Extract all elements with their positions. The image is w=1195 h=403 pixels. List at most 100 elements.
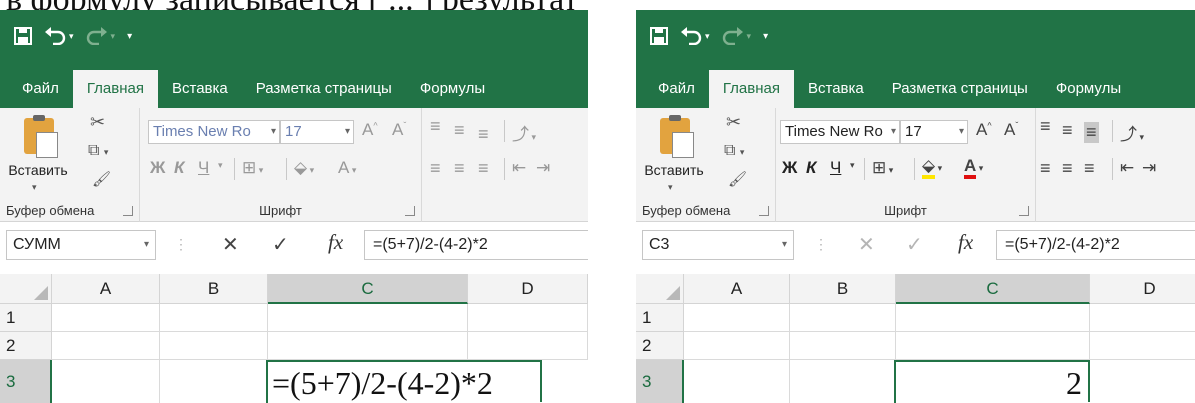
cancel-entry-icon[interactable]: ✕ [222, 232, 239, 257]
align-middle-icon[interactable]: ≡ [1062, 120, 1073, 141]
increase-indent-icon[interactable]: ⇥ [1142, 158, 1156, 178]
underline-button[interactable]: Ч [830, 158, 841, 178]
cell-c1[interactable] [896, 304, 1090, 332]
cell-d1[interactable] [1090, 304, 1195, 332]
format-painter-icon[interactable]: 🖌 [728, 170, 747, 188]
cell-b1[interactable] [160, 304, 268, 332]
row-header-3[interactable]: 3 [0, 360, 52, 403]
clipboard-launcher-icon[interactable] [123, 206, 133, 216]
clipboard-launcher-icon[interactable] [759, 206, 769, 216]
tab-page-layout[interactable]: Разметка страницы [242, 70, 406, 108]
cell-a1[interactable] [684, 304, 790, 332]
italic-button[interactable]: К [174, 158, 184, 178]
decrease-indent-icon[interactable]: ⇤ [1120, 158, 1134, 178]
font-color-button[interactable]: А ▾ [338, 158, 356, 178]
cut-icon[interactable]: ✂ [726, 112, 741, 133]
fill-color-icon[interactable]: ⬙ ▾ [922, 156, 942, 179]
orientation-icon[interactable]: ⤴ ▾ [1120, 120, 1144, 145]
cell-a1[interactable] [52, 304, 160, 332]
cell-d2[interactable] [468, 332, 588, 360]
tab-formulas[interactable]: Формулы [1042, 70, 1135, 108]
cell-b3[interactable] [790, 360, 896, 403]
orientation-icon[interactable]: ⤴ ▾ [512, 120, 536, 145]
cell-d2[interactable] [1090, 332, 1195, 360]
cell-a2[interactable] [684, 332, 790, 360]
save-icon[interactable] [650, 24, 668, 48]
cell-c1[interactable] [268, 304, 468, 332]
borders-icon[interactable]: ⊞ ▾ [872, 158, 893, 178]
shrink-font-icon[interactable]: Aˇ [1004, 120, 1018, 140]
align-left-icon[interactable]: ≡ [1040, 158, 1051, 179]
name-box[interactable]: СУММ ▾ [6, 230, 156, 260]
paste-button[interactable]: Вставить ▾ [6, 115, 68, 192]
align-left-icon[interactable]: ≡ [430, 158, 441, 179]
cancel-entry-icon[interactable]: ✕ [858, 232, 875, 257]
undo-icon[interactable]: ▾ [44, 24, 74, 48]
active-cell-c3[interactable]: =(5+7)/2-(4-2)*2 [266, 360, 545, 403]
column-header-b[interactable]: B [790, 274, 896, 304]
column-header-b[interactable]: B [160, 274, 268, 304]
italic-button[interactable]: К [806, 158, 816, 178]
column-header-d[interactable]: D [468, 274, 588, 304]
formula-input[interactable]: =(5+7)/2-(4-2)*2 [364, 230, 588, 260]
tab-home[interactable]: Главная [708, 70, 794, 108]
tab-insert[interactable]: Вставка [158, 70, 242, 108]
confirm-entry-icon[interactable]: ✓ [906, 232, 923, 257]
tab-page-layout[interactable]: Разметка страницы [878, 70, 1042, 108]
align-middle-icon[interactable]: ≡ [454, 120, 465, 141]
copy-icon[interactable]: ⧉ ▾ [724, 142, 744, 160]
cell-d3[interactable] [1090, 360, 1195, 403]
grow-font-icon[interactable]: A^ [362, 120, 378, 140]
customize-icon[interactable]: ▾ [763, 24, 768, 48]
tab-insert[interactable]: Вставка [794, 70, 878, 108]
confirm-entry-icon[interactable]: ✓ [272, 232, 289, 257]
cell-b1[interactable] [790, 304, 896, 332]
redo-icon[interactable]: ▾ [86, 24, 115, 48]
underline-button[interactable]: Ч [198, 158, 209, 178]
cell-a3[interactable] [684, 360, 790, 403]
paste-button[interactable]: Вставить ▾ [642, 115, 704, 192]
column-header-c[interactable]: C [896, 274, 1090, 304]
cell-b2[interactable] [160, 332, 268, 360]
tab-home[interactable]: Главная [72, 70, 158, 108]
borders-icon[interactable]: ⊞ ▾ [242, 158, 263, 178]
bold-button[interactable]: Ж [150, 158, 165, 178]
column-header-a[interactable]: A [684, 274, 790, 304]
cell-c2[interactable] [268, 332, 468, 360]
cell-b3[interactable] [160, 360, 268, 403]
align-right-icon[interactable]: ≡ [1084, 158, 1095, 179]
cell-c2[interactable] [896, 332, 1090, 360]
save-icon[interactable] [14, 24, 32, 48]
font-size-box[interactable]: 17 ▾ [280, 120, 354, 144]
row-header-1[interactable]: 1 [636, 304, 684, 332]
align-center-icon[interactable]: ≡ [454, 158, 465, 179]
cell-a2[interactable] [52, 332, 160, 360]
align-top-icon[interactable]: ≡ [430, 116, 441, 137]
increase-indent-icon[interactable]: ⇥ [536, 158, 550, 178]
customize-icon[interactable]: ▾ [127, 24, 132, 48]
tab-file[interactable]: Файл [644, 70, 709, 108]
align-right-icon[interactable]: ≡ [478, 158, 489, 179]
undo-icon[interactable]: ▾ [680, 24, 710, 48]
align-center-icon[interactable]: ≡ [1062, 158, 1073, 179]
active-cell-editor[interactable]: =(5+7)/2-(4-2)*2 [272, 365, 493, 401]
active-cell-c3[interactable]: 2 [894, 360, 1093, 403]
font-size-box[interactable]: 17 ▾ [900, 120, 968, 144]
cut-icon[interactable]: ✂ [90, 112, 105, 133]
insert-function-button[interactable]: fx [958, 230, 973, 255]
grow-font-icon[interactable]: A^ [976, 120, 992, 140]
align-bottom-icon[interactable]: ≡ [1084, 122, 1099, 143]
bold-button[interactable]: Ж [782, 158, 797, 178]
formula-input[interactable]: =(5+7)/2-(4-2)*2 [996, 230, 1195, 260]
font-name-box[interactable]: Times New Ro ▾ [780, 120, 900, 144]
column-header-d[interactable]: D [1090, 274, 1195, 304]
column-header-a[interactable]: A [52, 274, 160, 304]
insert-function-button[interactable]: fx [328, 230, 343, 255]
row-header-2[interactable]: 2 [636, 332, 684, 360]
name-box[interactable]: C3 ▾ [642, 230, 794, 260]
row-header-2[interactable]: 2 [0, 332, 52, 360]
cell-b2[interactable] [790, 332, 896, 360]
font-color-button[interactable]: А ▾ [964, 156, 983, 179]
align-top-icon[interactable]: ≡ [1040, 116, 1051, 137]
tab-formulas[interactable]: Формулы [406, 70, 499, 108]
